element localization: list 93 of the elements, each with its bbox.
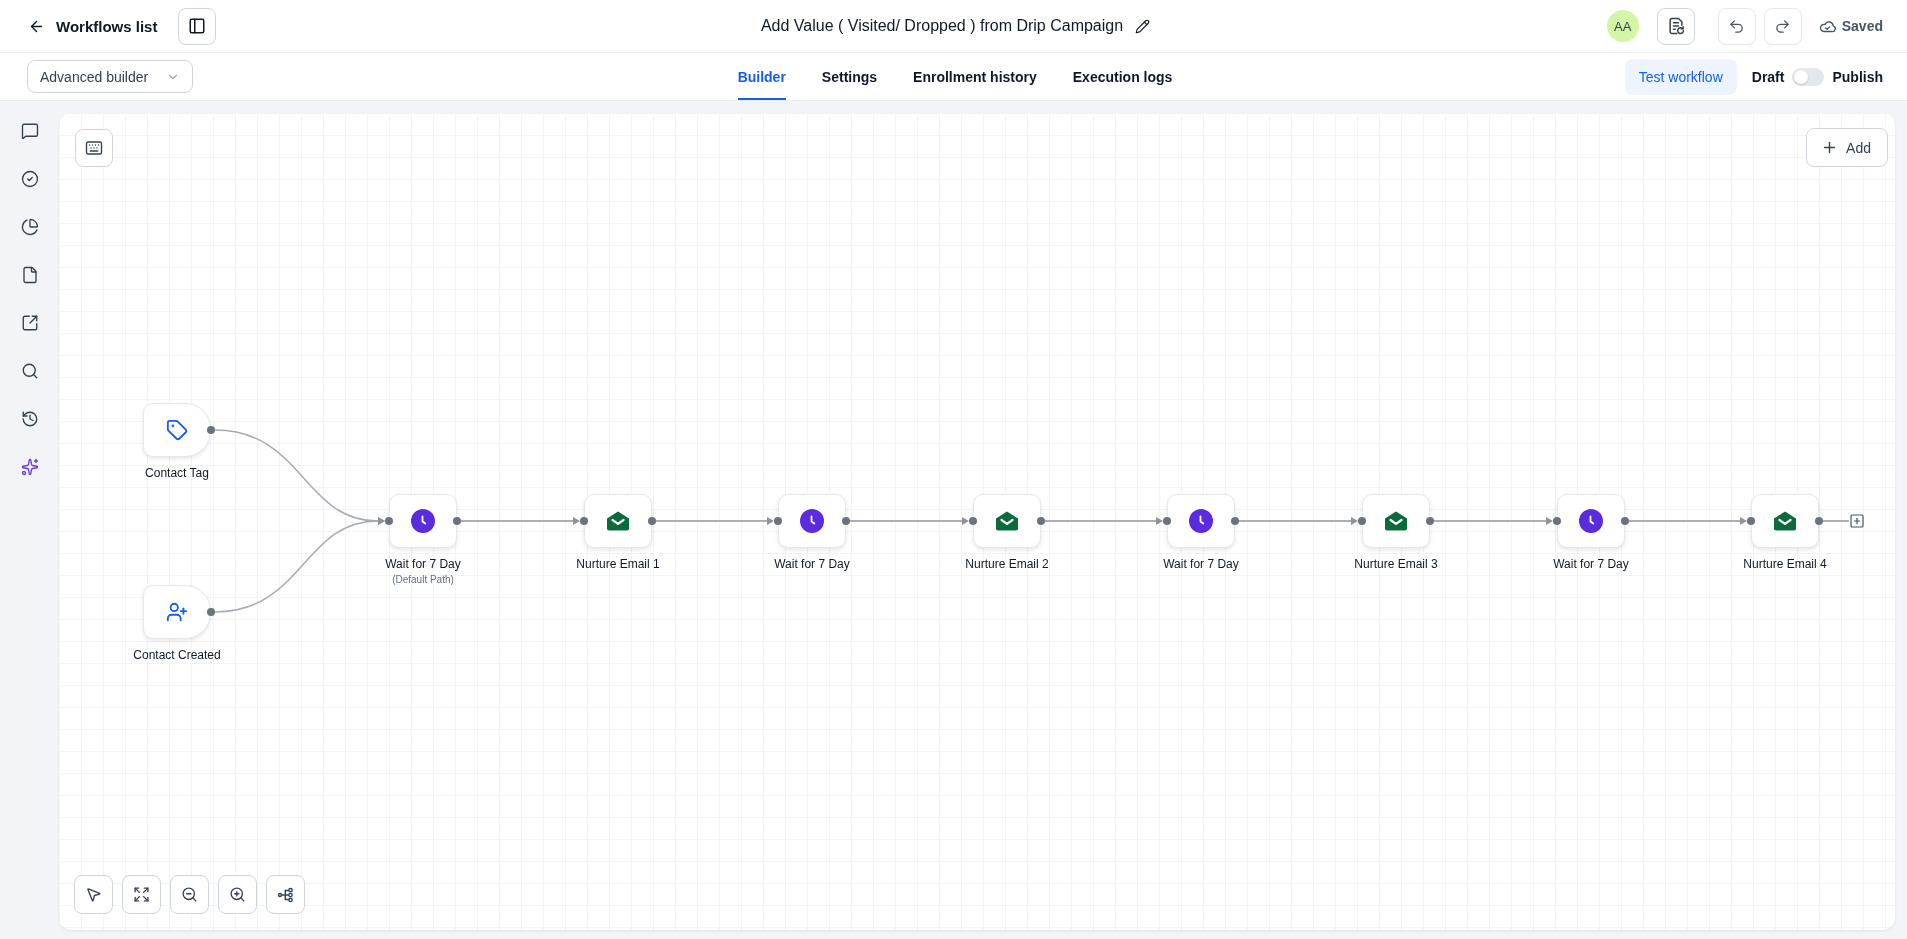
wait-step-node[interactable] bbox=[778, 494, 846, 548]
undo-button[interactable] bbox=[1717, 7, 1756, 45]
port-dot-icon[interactable] bbox=[453, 517, 461, 525]
wait-step-node[interactable] bbox=[1557, 494, 1625, 548]
zoom-in-button[interactable] bbox=[218, 875, 257, 914]
trigger-node[interactable] bbox=[143, 403, 211, 457]
select-tool-button[interactable] bbox=[74, 875, 113, 914]
port-dot-icon[interactable] bbox=[1553, 517, 1561, 525]
user-avatar[interactable]: AA bbox=[1606, 10, 1639, 42]
node-sublabel: (Default Path) bbox=[392, 574, 454, 585]
port-dot-icon[interactable] bbox=[1358, 517, 1366, 525]
add-step-icon[interactable] bbox=[1849, 513, 1865, 529]
clock-icon bbox=[1579, 509, 1603, 533]
node-label: Nurture Email 1 bbox=[576, 557, 660, 571]
zoom-out-icon bbox=[181, 886, 198, 903]
pointer-icon bbox=[85, 886, 102, 903]
node-label: Wait for 7 Day bbox=[385, 557, 461, 571]
port-dot-icon[interactable] bbox=[1621, 517, 1629, 525]
tag-icon bbox=[166, 419, 188, 441]
email-step-node[interactable] bbox=[1751, 494, 1819, 548]
email-step-node[interactable] bbox=[1362, 494, 1430, 548]
clock-icon bbox=[800, 509, 824, 533]
port-dot-icon[interactable] bbox=[774, 517, 782, 525]
port-dot-icon[interactable] bbox=[1815, 517, 1823, 525]
port-dot-icon[interactable] bbox=[842, 517, 850, 525]
chat-bubble-icon[interactable] bbox=[20, 122, 39, 140]
publish-toggle[interactable] bbox=[1792, 67, 1825, 86]
node-label: Contact Created bbox=[133, 648, 221, 662]
workflow-title: Add Value ( Visited/ Dropped ) from Drip Campaign bbox=[760, 17, 1124, 35]
external-link-icon[interactable] bbox=[20, 314, 39, 332]
node-label: Nurture Email 2 bbox=[965, 557, 1049, 571]
node-label: Wait for 7 Day bbox=[1163, 557, 1239, 571]
node-label: Wait for 7 Day bbox=[774, 557, 850, 571]
edit-pencil-icon[interactable] bbox=[1135, 18, 1151, 34]
port-dot-icon[interactable] bbox=[580, 517, 588, 525]
zoom-in-icon bbox=[229, 886, 246, 903]
port-dot-icon[interactable] bbox=[1426, 517, 1434, 525]
sparkles-icon[interactable] bbox=[20, 458, 39, 476]
history-icon[interactable] bbox=[20, 410, 39, 428]
pie-chart-icon[interactable] bbox=[20, 218, 39, 236]
notes-button[interactable] bbox=[1656, 7, 1695, 45]
email-step-node[interactable] bbox=[584, 494, 652, 548]
email-step-node[interactable] bbox=[973, 494, 1041, 548]
publish-label: Publish bbox=[1832, 68, 1883, 85]
connector-line bbox=[1822, 520, 1850, 522]
envelope-icon bbox=[607, 511, 629, 531]
tab[interactable]: Settings bbox=[821, 53, 878, 100]
node-label: Nurture Email 3 bbox=[1354, 557, 1438, 571]
zoom-out-button[interactable] bbox=[170, 875, 209, 914]
wait-step-node[interactable] bbox=[389, 494, 457, 548]
clock-icon bbox=[411, 509, 435, 533]
tab[interactable]: Execution logs bbox=[1072, 53, 1173, 100]
port-dot-icon[interactable] bbox=[385, 517, 393, 525]
port-dot-icon[interactable] bbox=[1037, 517, 1045, 525]
expand-icon bbox=[133, 886, 150, 903]
port-dot-icon[interactable] bbox=[207, 608, 215, 616]
port-dot-icon[interactable] bbox=[969, 517, 977, 525]
node-label: Wait for 7 Day bbox=[1553, 557, 1629, 571]
port-dot-icon[interactable] bbox=[1163, 517, 1171, 525]
add-button[interactable]: Add bbox=[1806, 128, 1888, 167]
search-icon[interactable] bbox=[20, 362, 39, 380]
fit-view-button[interactable] bbox=[122, 875, 161, 914]
keyboard-icon bbox=[85, 139, 103, 157]
port-dot-icon[interactable] bbox=[1747, 517, 1755, 525]
redo-button[interactable] bbox=[1763, 7, 1802, 45]
redo-icon bbox=[1774, 17, 1792, 35]
envelope-icon bbox=[996, 511, 1018, 531]
user-plus-icon bbox=[166, 601, 188, 623]
port-dot-icon[interactable] bbox=[207, 426, 215, 434]
check-circle-icon[interactable] bbox=[20, 170, 39, 188]
builder-mode-dropdown[interactable]: Advanced builder bbox=[27, 60, 193, 93]
back-link[interactable]: Workflows list bbox=[28, 17, 158, 35]
keyboard-shortcuts-button[interactable] bbox=[75, 129, 113, 167]
wait-step-node[interactable] bbox=[1167, 494, 1235, 548]
draft-label: Draft bbox=[1751, 68, 1785, 85]
tab[interactable]: Enrollment history bbox=[913, 53, 1037, 100]
trigger-node[interactable] bbox=[143, 585, 211, 639]
tab[interactable]: Builder bbox=[737, 53, 786, 100]
panel-left-icon bbox=[188, 17, 207, 35]
node-label: Contact Tag bbox=[145, 466, 209, 480]
undo-icon bbox=[1728, 17, 1746, 35]
envelope-icon bbox=[1385, 511, 1407, 531]
sidebar-toggle-button[interactable] bbox=[178, 7, 217, 45]
envelope-icon bbox=[1774, 511, 1796, 531]
port-dot-icon[interactable] bbox=[648, 517, 656, 525]
auto-layout-button[interactable] bbox=[266, 875, 305, 914]
tree-layout-icon bbox=[276, 885, 295, 904]
save-status: Saved bbox=[1841, 18, 1883, 34]
clock-icon bbox=[1189, 509, 1213, 533]
document-icon[interactable] bbox=[20, 266, 39, 284]
port-dot-icon[interactable] bbox=[1231, 517, 1239, 525]
node-label: Nurture Email 4 bbox=[1743, 557, 1827, 571]
test-workflow-button[interactable]: Test workflow bbox=[1624, 58, 1737, 95]
